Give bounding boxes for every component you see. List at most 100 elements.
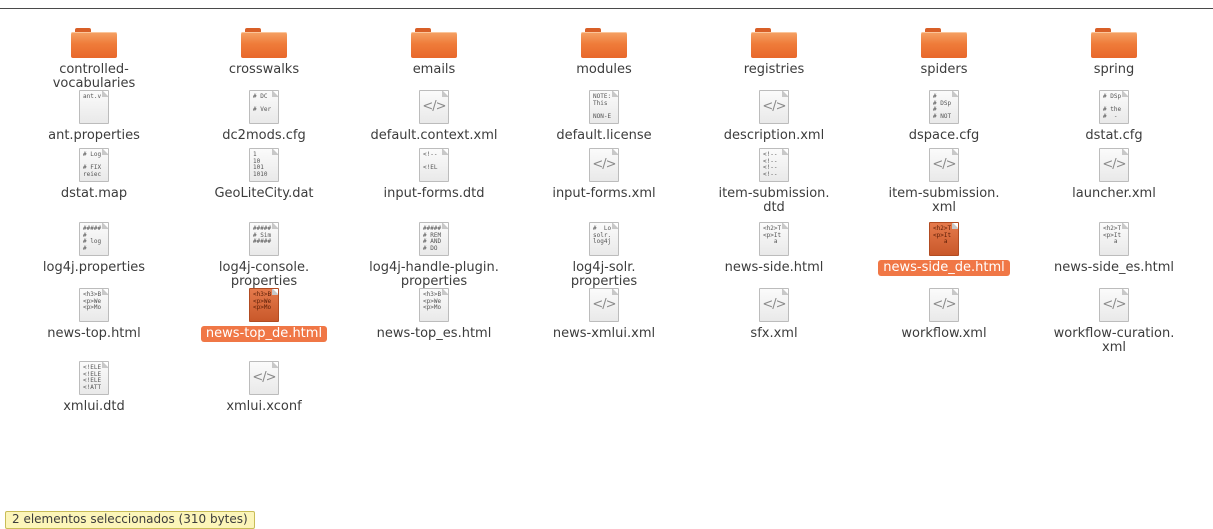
file-item[interactable]: registries [694, 20, 854, 78]
file-preview-thumbnail: </> [1099, 288, 1129, 322]
file-item[interactable]: <h3>B <p>We <p>Mo news-top.html [14, 284, 174, 342]
file-preview-thumbnail: <h3>B <p>We <p>Mo [419, 288, 449, 322]
file-name-label: news-side_de.html [878, 260, 1010, 276]
text-file-icon: # DSp # the # - [1099, 86, 1129, 124]
file-name-label: news-top_es.html [376, 326, 492, 341]
code-brackets-glyph: </> [592, 297, 616, 312]
text-file-icon: ant.v [79, 86, 109, 124]
file-item[interactable]: <!-- <!-- <!-- <!-- item-submission. dtd [694, 144, 854, 216]
file-preview-thumbnail: ##### # # log # [79, 222, 109, 256]
file-name-label: log4j.properties [42, 260, 146, 275]
file-preview-thumbnail: </> [419, 90, 449, 124]
file-preview-thumbnail: NOTE: This NON-E [589, 90, 619, 124]
file-item[interactable]: spring [1034, 20, 1194, 78]
file-name-label: input-forms.xml [552, 186, 656, 201]
file-item[interactable]: crosswalks [184, 20, 344, 78]
file-preview-thumbnail: # Lo solr. log4j [589, 222, 619, 256]
file-item[interactable]: spiders [864, 20, 1024, 78]
file-item[interactable]: </> workflow.xml [864, 284, 1024, 342]
file-item[interactable]: # Log # FIX reiec dstat.map [14, 144, 174, 202]
file-preview-thumbnail: <!ELE <!ELE <!ELE <!ATT [79, 361, 109, 395]
file-item[interactable]: NOTE: This NON-E default.license [524, 86, 684, 144]
file-name-label: default.context.xml [370, 128, 498, 143]
folder-icon [1091, 20, 1137, 58]
text-file-icon: # Lo solr. log4j [589, 218, 619, 256]
file-preview-thumbnail: # DC # Ver [249, 90, 279, 124]
file-name-label: news-top_de.html [200, 326, 328, 342]
file-item[interactable]: ##### # Sim ##### log4j-console. properti… [184, 218, 344, 290]
file-item[interactable]: ant.v ant.properties [14, 86, 174, 144]
code-brackets-glyph: </> [592, 157, 616, 172]
html-file-icon: <h3>B <p>We <p>Mo [79, 284, 109, 322]
file-item[interactable]: <h2>T <p>It a news-side_es.html [1034, 218, 1194, 276]
file-item[interactable]: <!ELE <!ELE <!ELE <!ATT xmlui.dtd [14, 357, 174, 415]
xml-file-icon: </> [929, 284, 959, 322]
file-item[interactable]: </> launcher.xml [1034, 144, 1194, 202]
code-brackets-glyph: </> [422, 99, 446, 114]
file-preview-thumbnail: <!-- <!EL [419, 148, 449, 182]
file-item[interactable]: emails [354, 20, 514, 78]
file-preview-thumbnail: <h2>T <p>It a [1099, 222, 1129, 256]
file-name-label: item-submission. dtd [718, 186, 830, 215]
code-brackets-glyph: </> [252, 370, 276, 385]
file-preview-thumbnail: </> [589, 148, 619, 182]
html-file-icon: <h3>B <p>We <p>Mo [419, 284, 449, 322]
file-item[interactable]: <h3>B <p>We <p>Mo news-top_es.html [354, 284, 514, 342]
text-file-icon: # DC # Ver [249, 86, 279, 124]
file-item[interactable]: # DSp # the # - dstat.cfg [1034, 86, 1194, 144]
file-preview-thumbnail: </> [929, 288, 959, 322]
file-item[interactable]: <h2>T <p>It a news-side.html [694, 218, 854, 276]
file-name-label: GeoLiteCity.dat [214, 186, 314, 201]
code-brackets-glyph: </> [932, 297, 956, 312]
html-file-icon: <h2>T <p>It a [929, 218, 959, 256]
file-item[interactable]: </> xmlui.xconf [184, 357, 344, 415]
file-item[interactable]: ##### # REM # AND # DO log4j-handle-plugi… [354, 218, 514, 290]
file-item[interactable]: </> description.xml [694, 86, 854, 144]
file-item[interactable]: # # DSp # # NOT dspace.cfg [864, 86, 1024, 144]
file-item[interactable]: </> sfx.xml [694, 284, 854, 342]
file-preview-thumbnail: 1 10 101 1010 [249, 148, 279, 182]
file-name-label: dstat.cfg [1085, 128, 1143, 143]
file-item[interactable]: 1 10 101 1010 GeoLiteCity.dat [184, 144, 344, 202]
html-file-icon: <h2>T <p>It a [759, 218, 789, 256]
xml-file-icon: </> [759, 284, 789, 322]
text-file-icon: NOTE: This NON-E [589, 86, 619, 124]
file-icon-view[interactable]: controlled- vocabularies crosswalks emails… [0, 0, 1213, 522]
file-item[interactable]: ##### # # log # log4j.properties [14, 218, 174, 276]
file-item[interactable]: </> workflow-curation. xml [1034, 284, 1194, 356]
file-item[interactable]: </> item-submission. xml [864, 144, 1024, 216]
folder-icon [921, 20, 967, 58]
xml-file-icon: </> [249, 357, 279, 395]
html-file-icon: <h2>T <p>It a [1099, 218, 1129, 256]
file-name-label: dc2mods.cfg [222, 128, 306, 143]
folder-icon [751, 20, 797, 58]
file-preview-thumbnail: </> [759, 90, 789, 124]
text-file-icon: # Log # FIX reiec [79, 144, 109, 182]
file-item[interactable]: <h2>T <p>It a news-side_de.html [864, 218, 1024, 276]
folder-shape [581, 28, 627, 58]
file-name-label: news-xmlui.xml [552, 326, 656, 341]
file-preview-thumbnail: ant.v [79, 90, 109, 124]
file-item[interactable]: <h3>B <p>We <p>Mo news-top_de.html [184, 284, 344, 342]
code-brackets-glyph: </> [1102, 157, 1126, 172]
xml-file-icon: </> [589, 144, 619, 182]
file-item[interactable]: # Lo solr. log4j log4j-solr. properties [524, 218, 684, 290]
file-preview-thumbnail: <h2>T <p>It a [759, 222, 789, 256]
file-item[interactable]: controlled- vocabularies [14, 20, 174, 92]
selection-status-tooltip: 2 elementos seleccionados (310 bytes) [5, 511, 255, 529]
file-name-label: description.xml [723, 128, 825, 143]
xml-file-icon: </> [419, 86, 449, 124]
file-preview-thumbnail: ##### # REM # AND # DO [419, 222, 449, 256]
file-preview-thumbnail: <h3>B <p>We <p>Mo [79, 288, 109, 322]
text-file-icon: ##### # REM # AND # DO [419, 218, 449, 256]
file-name-label: launcher.xml [1072, 186, 1156, 201]
file-item[interactable]: </> news-xmlui.xml [524, 284, 684, 342]
folder-shape [241, 28, 287, 58]
file-item[interactable]: modules [524, 20, 684, 78]
file-item[interactable]: # DC # Ver dc2mods.cfg [184, 86, 344, 144]
text-file-icon: <!-- <!-- <!-- <!-- [759, 144, 789, 182]
file-item[interactable]: </> input-forms.xml [524, 144, 684, 202]
xml-file-icon: </> [1099, 284, 1129, 322]
file-item[interactable]: </> default.context.xml [354, 86, 514, 144]
file-item[interactable]: <!-- <!EL input-forms.dtd [354, 144, 514, 202]
